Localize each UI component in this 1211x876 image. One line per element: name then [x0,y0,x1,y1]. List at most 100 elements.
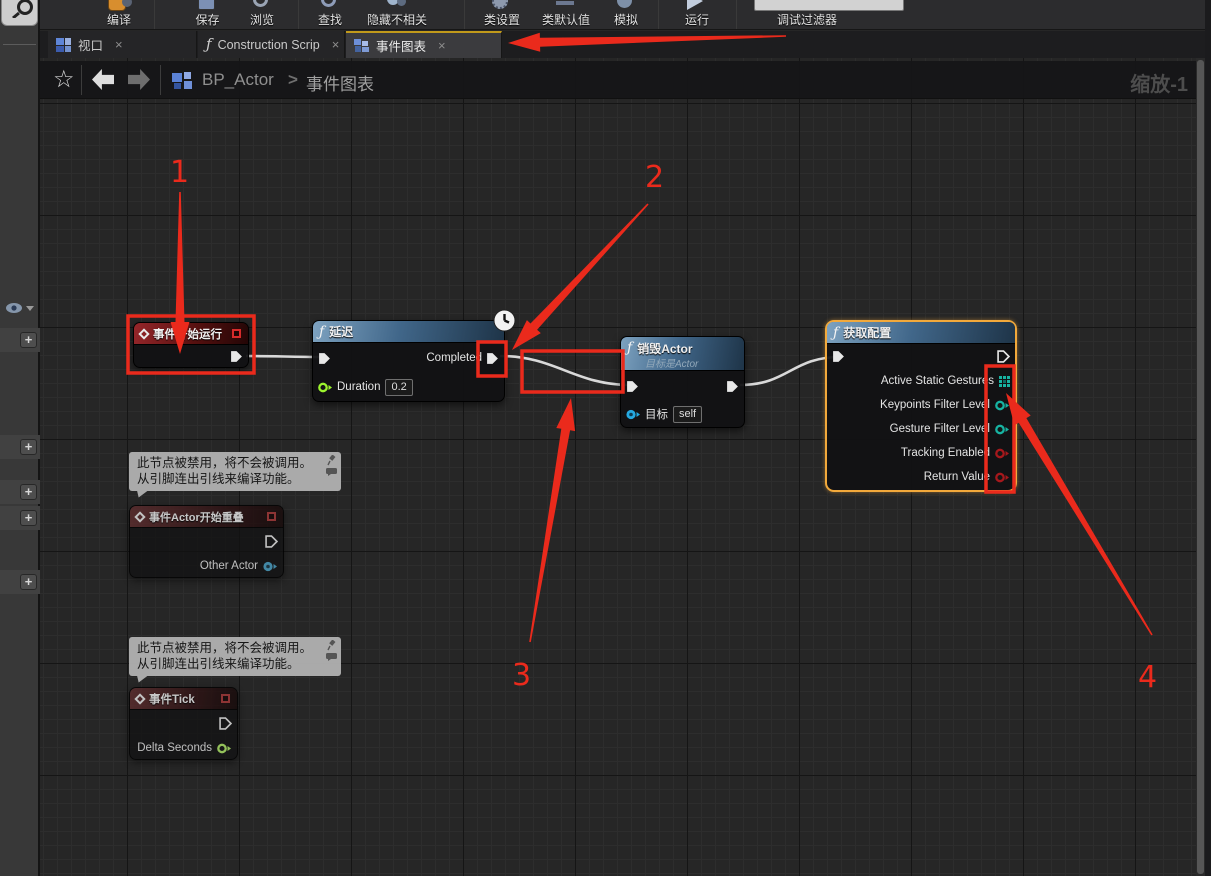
exec-out-pin[interactable] [726,380,739,393]
array-pin-icon[interactable] [999,376,1010,387]
disabled-node-note: 此节点被禁用，将不会被调用。 从引脚连出引线来编译功能。 [129,637,341,676]
class-defaults-button[interactable]: 类默认值 [532,0,600,30]
compile-button[interactable]: 编译 [88,0,150,30]
node-header: 事件开始运行 [134,323,248,345]
node-delay[interactable]: ƒ 延迟 Completed Duration [312,320,505,402]
add-function-button[interactable]: + [20,439,37,455]
comment-bubble-icon[interactable] [326,468,337,476]
breadcrumb-asset[interactable]: BP_Actor [202,70,274,90]
note-line: 从引脚连出引线来编译功能。 [137,656,315,672]
play-button[interactable]: 运行 [668,0,726,30]
completed-exec-out-pin[interactable] [486,352,499,365]
pin-icon[interactable] [327,455,336,466]
toolbar-separator [464,0,465,30]
vertical-scrollbar[interactable] [1196,58,1205,876]
node-actor-begin-overlap[interactable]: 事件Actor开始重叠 Other Actor [129,505,284,578]
blueprint-icon [172,72,192,89]
functions-section-band: + [0,435,40,459]
node-header: 事件Actor开始重叠 [130,506,283,528]
class-settings-button[interactable]: 类设置 [472,0,532,30]
enum-pin-icon[interactable] [995,424,1010,435]
visibility-filter-button[interactable] [5,301,37,315]
close-icon[interactable]: × [332,37,340,52]
enum-pin-icon[interactable] [995,400,1010,411]
exec-out-pin[interactable] [265,535,278,548]
exec-out-pin[interactable] [997,350,1010,363]
node-destroy-actor[interactable]: ƒ 销毁Actor 目标是Actor 目标 self [620,336,745,428]
simulate-button[interactable]: 模拟 [600,0,652,30]
node-event-beginplay[interactable]: 事件开始运行 [133,322,249,368]
add-macro-button[interactable]: + [20,484,37,500]
class-settings-icon [492,0,508,9]
scrollbar-thumb[interactable] [1197,60,1204,874]
save-button[interactable]: 保存 [180,0,235,30]
class-defaults-icon-2 [556,1,574,5]
wire-delay-destroy [500,356,631,385]
browse-button[interactable]: 浏览 [236,0,288,30]
close-icon[interactable]: × [438,38,446,53]
node-header: ƒ 延迟 [313,321,504,343]
toolbar-separator [658,0,659,30]
graphs-section-band: + [0,328,40,352]
node-title: 获取配置 [843,324,891,341]
node-title: 事件开始运行 [153,326,222,342]
hide-unrelated-button[interactable]: 隐藏不相关 [356,0,438,30]
close-icon[interactable]: × [115,37,123,52]
exec-in-pin[interactable] [626,380,639,393]
function-icon: ƒ [206,37,212,52]
bool-pin-icon[interactable] [995,472,1010,483]
disabled-badge [221,694,230,703]
exec-in-pin[interactable] [832,350,845,363]
comment-bubble-icon[interactable] [326,653,337,661]
duration-float-pin[interactable] [318,382,333,393]
node-get-config[interactable]: ƒ 获取配置 Active Static Gestures Keypoints … [825,320,1017,492]
forward-arrow-icon[interactable] [128,69,150,90]
tab-viewport[interactable]: 视口 × [48,31,197,58]
exec-out-pin[interactable] [219,717,232,730]
tab-event-graph[interactable]: 事件图表 × [346,31,502,58]
bool-pin-icon[interactable] [995,448,1010,459]
add-variable-button[interactable]: + [20,510,37,526]
exec-in-pin[interactable] [318,352,331,365]
sidebar-divider [3,44,36,45]
find-icon [321,0,336,7]
node-event-tick[interactable]: 事件Tick Delta Seconds [129,687,238,760]
tab-label: 视口 [78,35,103,54]
tab-label: 事件图表 [376,36,426,55]
breadcrumb-separator: > [288,70,298,90]
separator [81,65,82,95]
macros-section-band: + [0,480,40,504]
toolbar-separator [154,0,155,30]
event-graph-canvas[interactable]: ☆ BP_Actor > 事件图表 缩放-1 [40,58,1196,876]
play-icon [687,0,703,10]
star-icon[interactable]: ☆ [53,65,75,94]
find-button[interactable]: 查找 [304,0,356,30]
back-arrow-icon[interactable] [92,69,114,90]
zoom-level-label: 缩放-1 [1130,68,1188,97]
tab-construction-script[interactable]: ƒ Construction Scrip × [198,31,345,58]
separator [160,65,161,95]
search-icon [2,0,38,18]
graph-icon [354,39,370,53]
search-input[interactable] [1,0,38,26]
exec-out-pin[interactable] [230,350,243,363]
object-pin-icon[interactable] [263,561,278,572]
blueprint-editor-window: + + + + + 编译 保存 浏览 查找 [0,0,1211,876]
pin-icon[interactable] [327,640,336,651]
add-graph-button[interactable]: + [20,332,37,348]
dispatchers-section-band: + [0,570,40,594]
target-object-pin[interactable] [626,409,641,420]
debug-filter-dropdown[interactable]: 调试过滤器 [752,0,862,30]
node-title: 事件Actor开始重叠 [149,509,244,525]
debug-filter-field[interactable] [754,0,904,11]
node-header: ƒ 销毁Actor 目标是Actor [621,337,744,371]
window-edge [1205,0,1211,876]
chevron-down-icon [26,306,34,311]
duration-value-field[interactable]: 0.2 [385,379,412,396]
float-pin-icon[interactable] [217,743,232,754]
node-title: 延迟 [329,323,353,340]
wire-beginplay-delay [246,356,322,357]
event-icon [134,511,145,522]
add-dispatcher-button[interactable]: + [20,574,37,590]
target-value-field[interactable]: self [673,406,702,423]
